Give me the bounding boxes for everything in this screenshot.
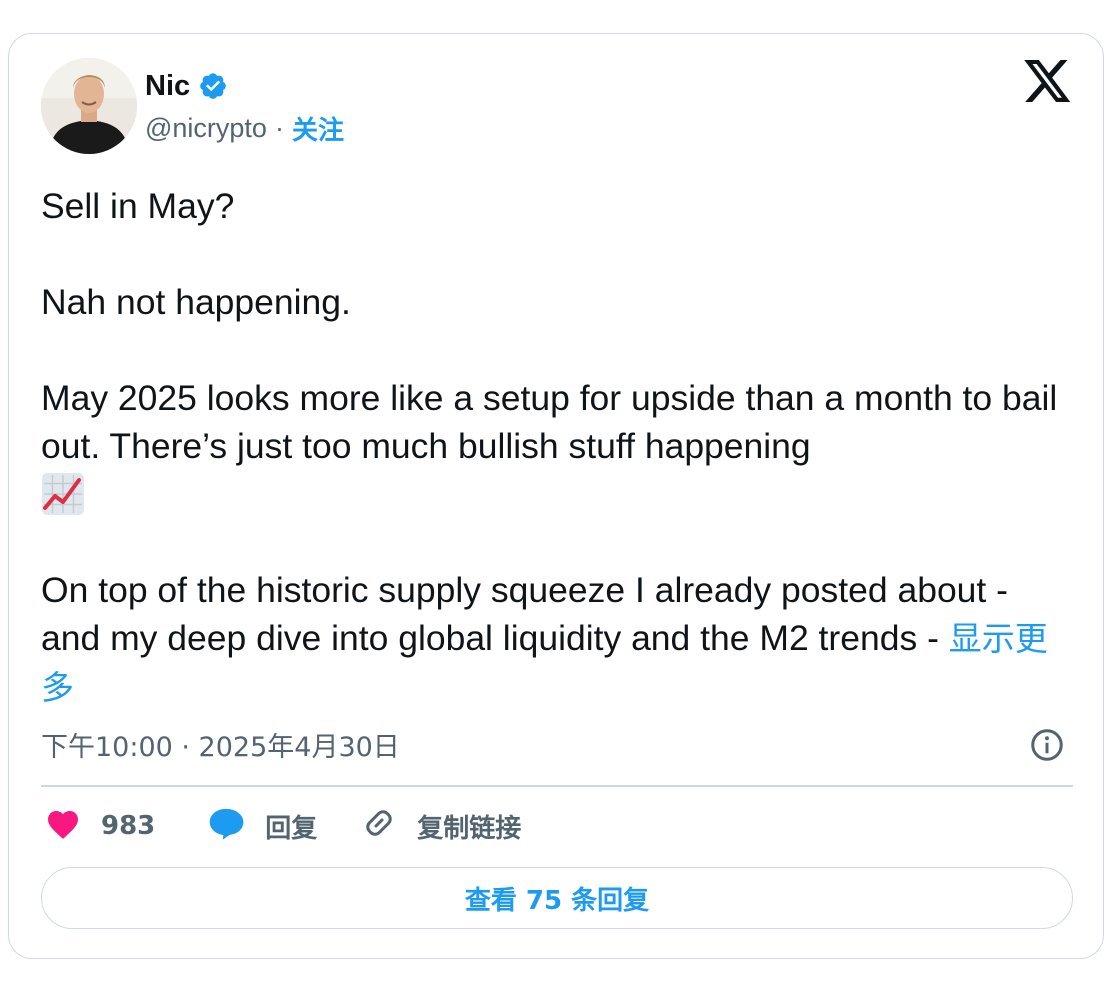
timestamp-text[interactable]: 下午10:00 · 2025年4月30日 — [41, 725, 400, 764]
copy-link-label: 复制链接 — [417, 813, 522, 844]
tweet-paragraph-text: May 2025 looks more like a setup for ups… — [41, 378, 1058, 466]
tweet-paragraph: Nah not happening. — [41, 282, 351, 322]
link-icon — [361, 805, 397, 848]
tweet-paragraph: May 2025 looks more like a setup for ups… — [41, 374, 1071, 518]
like-button[interactable]: 983 — [45, 806, 155, 847]
info-icon[interactable] — [1029, 727, 1065, 763]
divider — [41, 785, 1073, 787]
author-name-row: Nic — [145, 68, 228, 104]
reply-bubble-icon — [207, 806, 245, 847]
follow-link[interactable]: 关注 — [292, 110, 344, 147]
reply-button[interactable]: 回复 — [207, 806, 317, 847]
author-name[interactable]: Nic — [145, 70, 190, 103]
chart-increasing-emoji-icon — [41, 472, 85, 516]
author-handle-row: @nicrypto · 关注 — [145, 110, 344, 146]
tweet-paragraph-text: On top of the historic supply squeeze I … — [41, 570, 1008, 658]
tweet-card: Nic @nicrypto · 关注 Sell in May? Nah not … — [8, 33, 1104, 959]
author-handle[interactable]: @nicrypto — [145, 113, 267, 144]
view-replies-button[interactable]: 查看 75 条回复 — [41, 867, 1073, 929]
verified-badge-icon — [198, 71, 228, 101]
x-logo-icon[interactable] — [1023, 60, 1073, 104]
view-replies-label: 查看 75 条回复 — [464, 885, 650, 916]
separator-dot: · — [274, 112, 284, 143]
tweet-timestamp[interactable]: 下午10:00 · 2025年4月30日 — [41, 722, 400, 766]
tweet-paragraph: Sell in May? — [41, 186, 235, 226]
action-bar: 983 回复 复制链接 — [45, 804, 521, 848]
copy-link-button[interactable]: 复制链接 — [361, 805, 521, 848]
avatar[interactable] — [41, 58, 137, 154]
tweet-paragraph: On top of the historic supply squeeze I … — [41, 566, 1071, 712]
reply-label: 回复 — [265, 813, 318, 844]
like-count: 983 — [101, 811, 156, 841]
heart-icon — [45, 806, 81, 847]
tweet-body: Sell in May? Nah not happening. May 2025… — [41, 182, 1071, 712]
